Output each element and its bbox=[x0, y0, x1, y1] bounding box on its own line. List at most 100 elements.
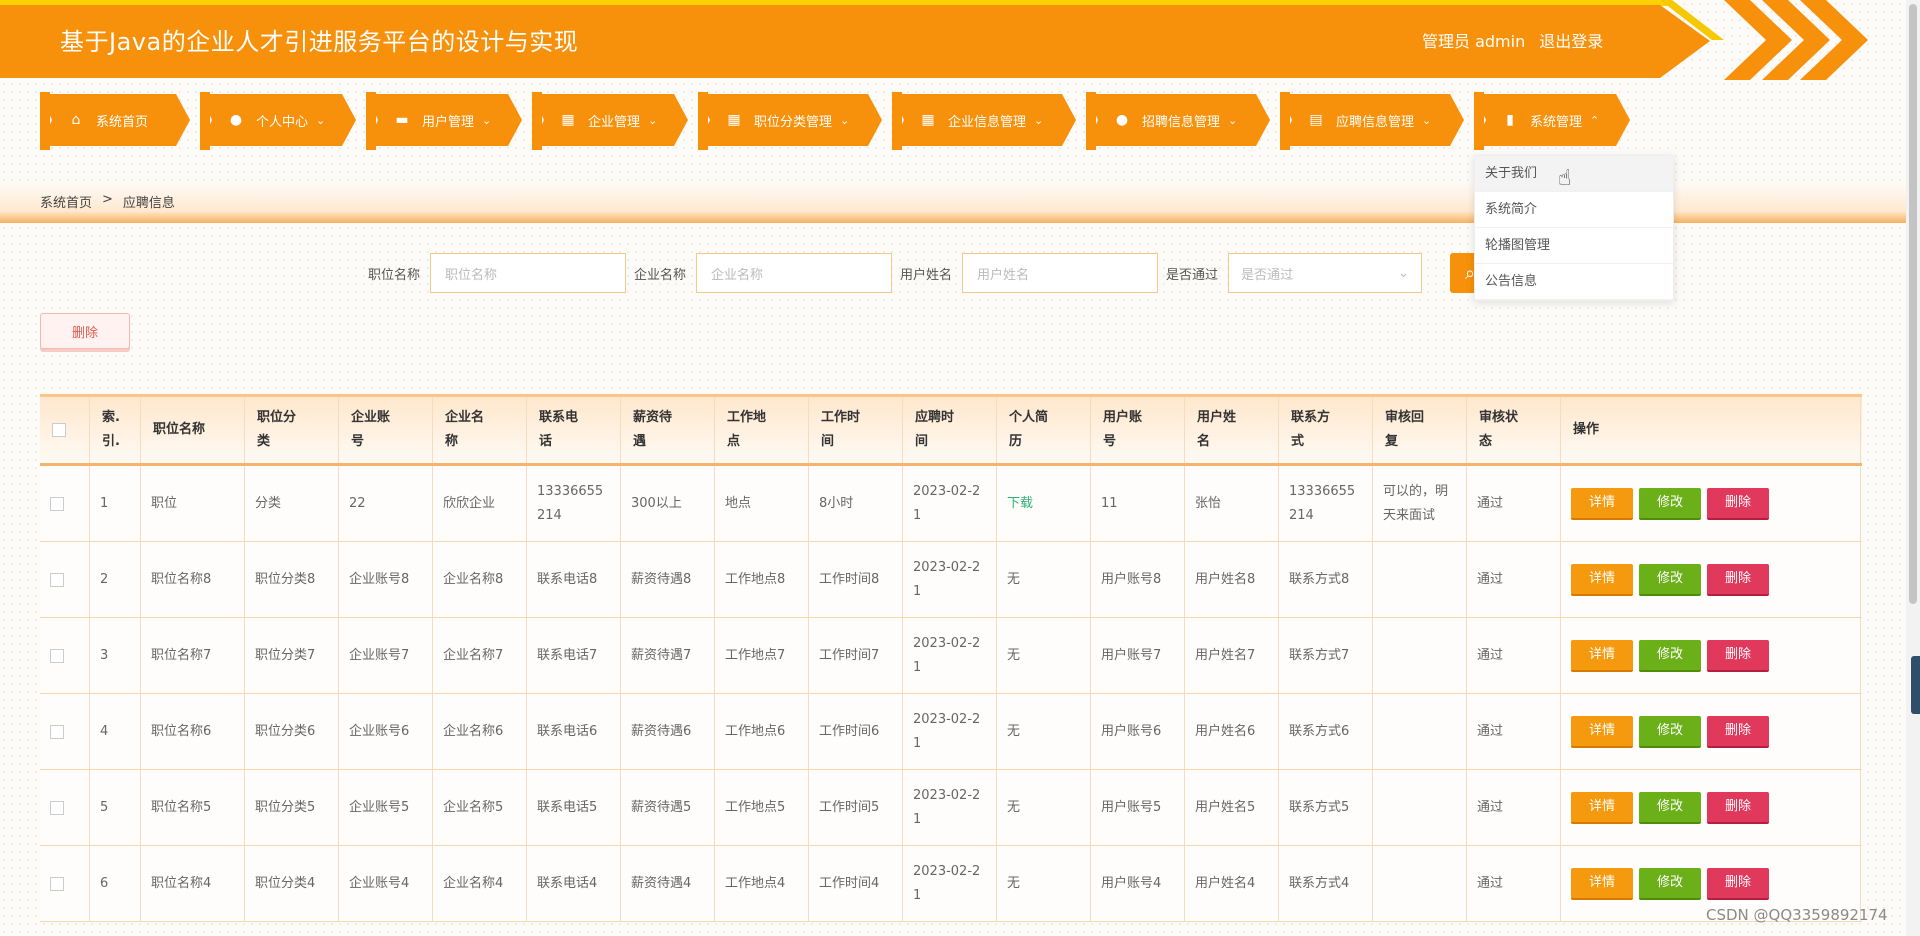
cell-phone: 联系电话8 bbox=[527, 542, 621, 617]
cell-text: 2023-02-2 1 bbox=[913, 787, 981, 827]
nav-item-application[interactable]: ▤ 应聘信息管理 ⌄ bbox=[1280, 94, 1464, 146]
menu-item-about[interactable]: 关于我们 bbox=[1475, 156, 1673, 192]
vertical-scrollbar[interactable] bbox=[1906, 0, 1920, 936]
delete-button[interactable]: 删除 bbox=[1707, 487, 1769, 520]
header-user-name: 用户姓 名 bbox=[1185, 397, 1279, 463]
cell-text: 工作地点5 bbox=[725, 799, 786, 815]
header-phone: 联系电 话 bbox=[527, 397, 621, 463]
site-title: 基于Java的企业人才引进服务平台的设计与实现 bbox=[60, 28, 579, 56]
cell-job-category: 分类 bbox=[245, 466, 339, 541]
nav-label: 系统首页 bbox=[96, 114, 149, 130]
row-select bbox=[40, 466, 90, 541]
edit-button[interactable]: 修改 bbox=[1639, 791, 1701, 824]
table-row: 3 职位名称7 职位分类7 企业账号7 企业名称7 联系电话7 薪资待遇7 工作地点7 工作时间… bbox=[40, 618, 1862, 694]
header-location: 工作地 点 bbox=[715, 397, 809, 463]
bulb-icon: ● bbox=[1115, 112, 1129, 128]
cell-resume: 无 bbox=[997, 542, 1091, 617]
nav-item-personal[interactable]: ● 个人中心 ⌄ bbox=[200, 94, 356, 146]
row-checkbox[interactable] bbox=[50, 800, 64, 815]
delete-button[interactable]: 删除 bbox=[1707, 715, 1769, 748]
scrollbar-thumb[interactable] bbox=[1909, 4, 1917, 604]
select-all-checkbox[interactable] bbox=[52, 423, 66, 437]
approved-select[interactable]: 是否通过 ⌄ bbox=[1228, 253, 1423, 293]
cell-user-account: 用户账号5 bbox=[1091, 770, 1185, 845]
cell-text: 职位分类5 bbox=[255, 799, 316, 815]
delete-button[interactable]: 删除 bbox=[1707, 639, 1769, 672]
edit-button[interactable]: 修改 bbox=[1639, 715, 1701, 748]
row-checkbox[interactable] bbox=[50, 876, 64, 891]
detail-button[interactable]: 详情 bbox=[1571, 639, 1633, 672]
cell-text: 联系方式6 bbox=[1289, 723, 1350, 739]
cell-review-reply bbox=[1373, 542, 1467, 617]
cell-text: 联系电话6 bbox=[537, 723, 598, 739]
header-job-name: 职位名称 bbox=[141, 397, 245, 463]
detail-button[interactable]: 详情 bbox=[1571, 487, 1633, 520]
batch-delete-button[interactable]: 删除 bbox=[40, 313, 130, 349]
edit-button[interactable]: 修改 bbox=[1639, 639, 1701, 672]
cell-user-account: 用户账号7 bbox=[1091, 618, 1185, 693]
cell-index: 4 bbox=[90, 694, 141, 769]
table-row: 6 职位名称4 职位分类4 企业账号4 企业名称4 联系电话4 薪资待遇4 工作地点4 工作时间… bbox=[40, 846, 1862, 922]
logout-link[interactable]: 退出登录 bbox=[1539, 28, 1603, 52]
nav-item-company[interactable]: ▦ 企业管理 ⌄ bbox=[532, 94, 688, 146]
detail-button[interactable]: 详情 bbox=[1571, 563, 1633, 596]
cell-text: 企业名称4 bbox=[443, 875, 504, 891]
menu-item-intro[interactable]: 系统简介 bbox=[1475, 192, 1673, 228]
company-name-input[interactable]: 企业名称 bbox=[696, 253, 893, 293]
header-select[interactable] bbox=[40, 397, 90, 463]
table-row: 1 职位 分类 22 欣欣企业 13336655 214 300以上 地点 8小时 2023-02… bbox=[40, 466, 1862, 542]
cell-text: 4 bbox=[100, 723, 109, 739]
row-checkbox[interactable] bbox=[50, 572, 64, 587]
cell-text: 企业账号6 bbox=[349, 723, 410, 739]
cell-work-time: 工作时间7 bbox=[809, 618, 903, 693]
cell-text: 用户账号4 bbox=[1101, 875, 1162, 891]
cell-text: 企业账号7 bbox=[349, 647, 410, 663]
row-select bbox=[40, 770, 90, 845]
cell-text: 用户账号6 bbox=[1101, 723, 1162, 739]
side-tab[interactable] bbox=[1911, 656, 1920, 714]
cell-text: 2023-02-2 1 bbox=[913, 635, 981, 675]
cell-text: 地点 bbox=[725, 495, 752, 511]
edit-button[interactable]: 修改 bbox=[1639, 867, 1701, 900]
cell-company-name: 企业名称7 bbox=[433, 618, 527, 693]
cell-location: 工作地点7 bbox=[715, 618, 809, 693]
cell-text: 联系方式4 bbox=[1289, 875, 1350, 891]
menu-item-notice[interactable]: 公告信息 bbox=[1475, 264, 1673, 300]
cell-user-account: 用户账号6 bbox=[1091, 694, 1185, 769]
cell-text: 企业名称5 bbox=[443, 799, 504, 815]
row-checkbox[interactable] bbox=[50, 724, 64, 739]
delete-button[interactable]: 删除 bbox=[1707, 791, 1769, 824]
chevron-down-icon: ⌄ bbox=[1422, 113, 1432, 127]
nav-item-home[interactable]: ⌂ 系统首页 bbox=[40, 94, 190, 146]
detail-button[interactable]: 详情 bbox=[1571, 791, 1633, 824]
row-checkbox[interactable] bbox=[50, 648, 64, 663]
nav-item-company-info[interactable]: ▦ 企业信息管理 ⌄ bbox=[892, 94, 1076, 146]
cell-text: 无 bbox=[1007, 799, 1021, 815]
cell-user-account: 用户账号8 bbox=[1091, 542, 1185, 617]
row-checkbox[interactable] bbox=[50, 496, 64, 511]
edit-button[interactable]: 修改 bbox=[1639, 563, 1701, 596]
user-name-input[interactable]: 用户姓名 bbox=[962, 253, 1159, 293]
resume-download-link[interactable]: 下载 bbox=[1007, 492, 1033, 516]
cell-user-name: 张怡 bbox=[1185, 466, 1279, 541]
job-name-input[interactable]: 职位名称 bbox=[430, 253, 627, 293]
detail-button[interactable]: 详情 bbox=[1571, 867, 1633, 900]
edit-button[interactable]: 修改 bbox=[1639, 487, 1701, 520]
nav-item-users[interactable]: ▬ 用户管理 ⌄ bbox=[366, 94, 522, 146]
nav-label: 个人中心 bbox=[256, 114, 309, 130]
breadcrumb-home[interactable]: 系统首页 bbox=[40, 192, 92, 211]
cell-text: 无 bbox=[1007, 647, 1021, 663]
nav-item-recruit[interactable]: ● 招聘信息管理 ⌄ bbox=[1086, 94, 1270, 146]
detail-button[interactable]: 详情 bbox=[1571, 715, 1633, 748]
nav-item-system[interactable]: ▮ 系统管理 ⌃ bbox=[1474, 94, 1630, 146]
cell-index: 5 bbox=[90, 770, 141, 845]
cell-company-name: 企业名称8 bbox=[433, 542, 527, 617]
cell-text: 联系方式8 bbox=[1289, 571, 1350, 587]
delete-button[interactable]: 删除 bbox=[1707, 563, 1769, 596]
cell-user-name: 用户姓名8 bbox=[1185, 542, 1279, 617]
nav-item-job-category[interactable]: ▦ 职位分类管理 ⌄ bbox=[698, 94, 882, 146]
cell-text: 用户姓名6 bbox=[1195, 723, 1256, 739]
delete-button[interactable]: 删除 bbox=[1707, 867, 1769, 900]
table-body: 1 职位 分类 22 欣欣企业 13336655 214 300以上 地点 8小时 2023-02… bbox=[40, 466, 1862, 922]
menu-item-carousel[interactable]: 轮播图管理 bbox=[1475, 228, 1673, 264]
